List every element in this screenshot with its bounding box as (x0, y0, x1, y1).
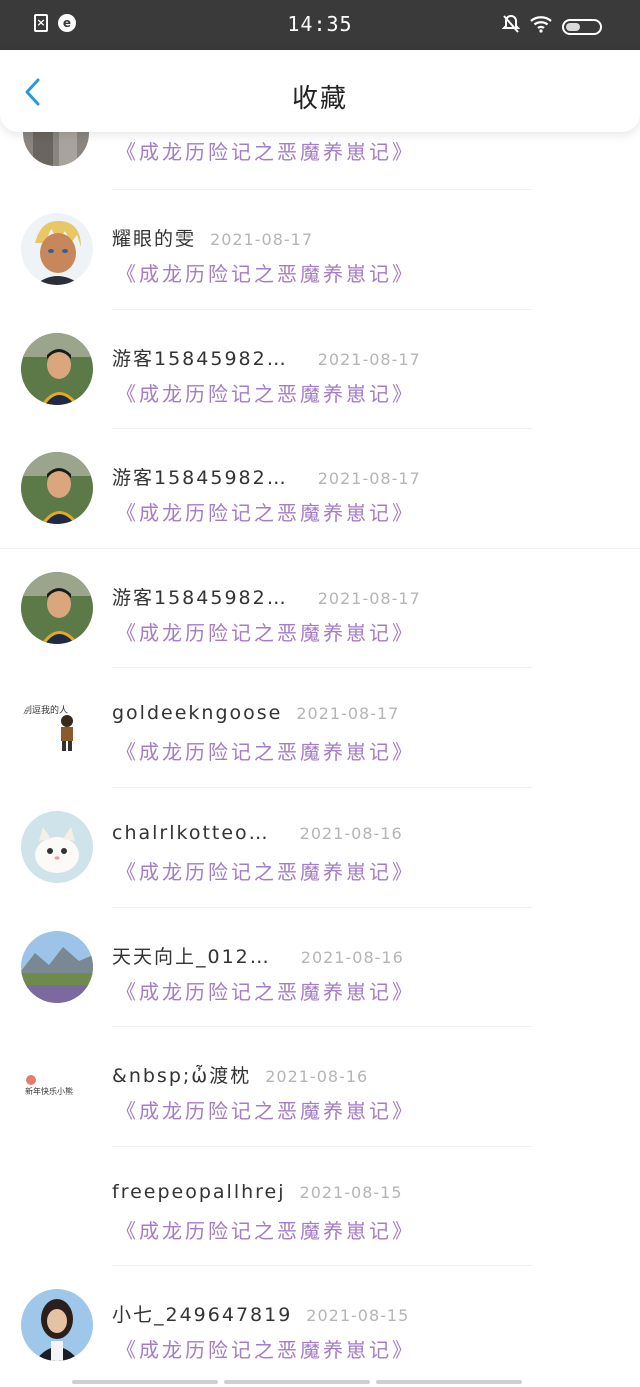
favorite-title: 《成龙历险记之恶魔养崽记》 (116, 381, 415, 406)
svg-text:新年快乐小熊: 新年快乐小熊 (25, 1086, 73, 1096)
date: 2021-08-17 (210, 230, 313, 249)
date: 2021-08-17 (317, 588, 421, 608)
date: 2021-08-16 (299, 823, 403, 843)
list-item[interactable]: 游客15845982… 2021-08-17 《成龙历险记之恶魔养崽记》 (0, 549, 640, 669)
blank-avatar (21, 1169, 93, 1242)
list-item[interactable]: 游客15845982… 2021-08-17 《成龙历险记之恶魔养崽记》 (0, 310, 640, 430)
wifi-icon (530, 15, 552, 38)
date: 2021-08-17 (296, 704, 400, 724)
favorite-title: 《成龙历险记之恶魔养崽记》 (116, 740, 415, 765)
page-title: 收藏 (291, 84, 348, 114)
user-name: &nbsp;ὦ渡枕 2021-08-16 (112, 1065, 369, 1088)
girl-photo-avatar (21, 1289, 93, 1362)
favorite-title: 《成龙历险记之恶魔养崽记》 (116, 979, 415, 1004)
status-bar: × e 14:35 (0, 0, 640, 50)
favorite-title: 《成龙历险记之恶魔养崽记》 (116, 1338, 415, 1363)
favorite-title: 《成龙历险记之恶魔养崽记》 (116, 501, 415, 526)
favorite-title: 《成龙历险记之恶魔养崽记》 (116, 859, 415, 884)
anime-boy-avatar (21, 213, 93, 285)
date: 2021-08-15 (299, 1182, 403, 1202)
user-name: 游客15845982… 2021-08-17 (112, 467, 421, 490)
boy-photo-avatar (21, 452, 93, 525)
list-item[interactable]: 新年快乐小熊 &nbsp;ὦ渡枕 2021-08-16 《成龙历险记之恶魔养崽记》 (0, 1027, 640, 1147)
boy-photo-avatar (21, 571, 93, 644)
user-name: 游客15845982… 2021-08-17 (112, 347, 421, 370)
favorite-title: 《成龙历险记之恶魔养崽记》 (116, 1218, 415, 1243)
date: 2021-08-16 (265, 1067, 369, 1087)
date: 2021-08-17 (317, 349, 421, 369)
user-name: freepeopallhrej 2021-08-15 (112, 1180, 403, 1203)
user-name: 小七_249647819 2021-08-15 (112, 1304, 410, 1327)
sticker-avatar: 新年快乐小熊 (21, 1050, 93, 1123)
favorite-title: 《成龙历险记之恶魔养崽记》 (116, 1099, 415, 1124)
boy-photo-avatar (21, 332, 93, 405)
date: 2021-08-15 (306, 1306, 410, 1326)
battery-icon (562, 18, 602, 35)
landscape-avatar (21, 930, 93, 1003)
avatar (23, 132, 89, 166)
scroll-indicator-segment (72, 1380, 218, 1384)
date: 2021-08-16 (300, 947, 404, 967)
header: 收藏 (0, 50, 640, 132)
list-item[interactable]: 耀眼的雯 2021-08-17 《成龙历险记之恶魔养崽记》 (0, 190, 640, 310)
user-name: chalrlkotteo… 2021-08-16 (112, 821, 403, 844)
scroll-indicator (72, 1380, 522, 1384)
kitten-avatar (21, 810, 93, 883)
date: 2021-08-17 (317, 469, 421, 489)
favorite-title: 《成龙历险记之恶魔养崽记》 (116, 262, 415, 286)
list-item[interactable]: 游客15845982… 2021-08-17 《成龙历险记之恶魔养崽记》 (0, 429, 640, 549)
list-item[interactable]: 天天向上_012… 2021-08-16 《成龙历险记之恶魔养崽记》 (0, 908, 640, 1028)
scroll-indicator-segment (376, 1380, 522, 1384)
favorite-title: 《成龙历险记之恶魔养崽记》 (116, 620, 415, 645)
user-name: 游客15845982… 2021-08-17 (112, 586, 421, 609)
user-name: 耀眼的雯 2021-08-17 (112, 228, 313, 250)
bell-off-icon (501, 14, 521, 39)
favorites-list: 耀眼的雯 2021-08-17 《成龙历险记之恶魔养崽记》 游客15845982…… (0, 190, 640, 1386)
scroll-indicator-segment (224, 1380, 370, 1384)
list-item[interactable]: 别逗我的人 goldeekngoose 2021-08-17 《成龙历险记之恶魔养… (0, 668, 640, 788)
favorite-title: 《成龙历险记之恶魔养崽记》 (116, 140, 415, 164)
list-item[interactable]: chalrlkotteo… 2021-08-16 《成龙历险记之恶魔养崽记》 (0, 788, 640, 908)
user-name: 天天向上_012… 2021-08-16 (112, 945, 404, 968)
cartoon-figure-avatar: 别逗我的人 (21, 691, 93, 764)
svg-text:别逗我的人: 别逗我的人 (23, 704, 68, 716)
user-name: goldeekngoose 2021-08-17 (112, 702, 400, 725)
list-item-partial[interactable]: 《成龙历险记之恶魔养崽记》 (0, 132, 640, 190)
list-item[interactable]: freepeopallhrej 2021-08-15 《成龙历险记之恶魔养崽记》 (0, 1147, 640, 1267)
list-item[interactable]: 小七_249647819 2021-08-15 《成龙历险记之恶魔养崽记》 (0, 1266, 640, 1386)
